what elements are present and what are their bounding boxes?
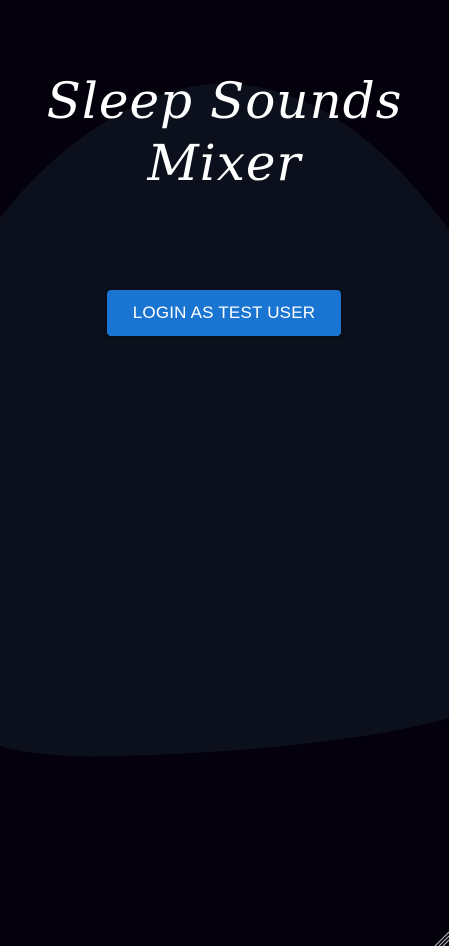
- resize-grip-icon[interactable]: [433, 930, 449, 946]
- app-title: Sleep Sounds Mixer: [0, 70, 449, 194]
- app-title-line-2: Mixer: [147, 134, 302, 192]
- app-title-line-1: Sleep Sounds: [46, 72, 403, 130]
- login-as-test-user-button[interactable]: LOGIN AS TEST USER: [107, 290, 341, 336]
- login-screen: Sleep Sounds Mixer LOGIN AS TEST USER: [0, 0, 449, 946]
